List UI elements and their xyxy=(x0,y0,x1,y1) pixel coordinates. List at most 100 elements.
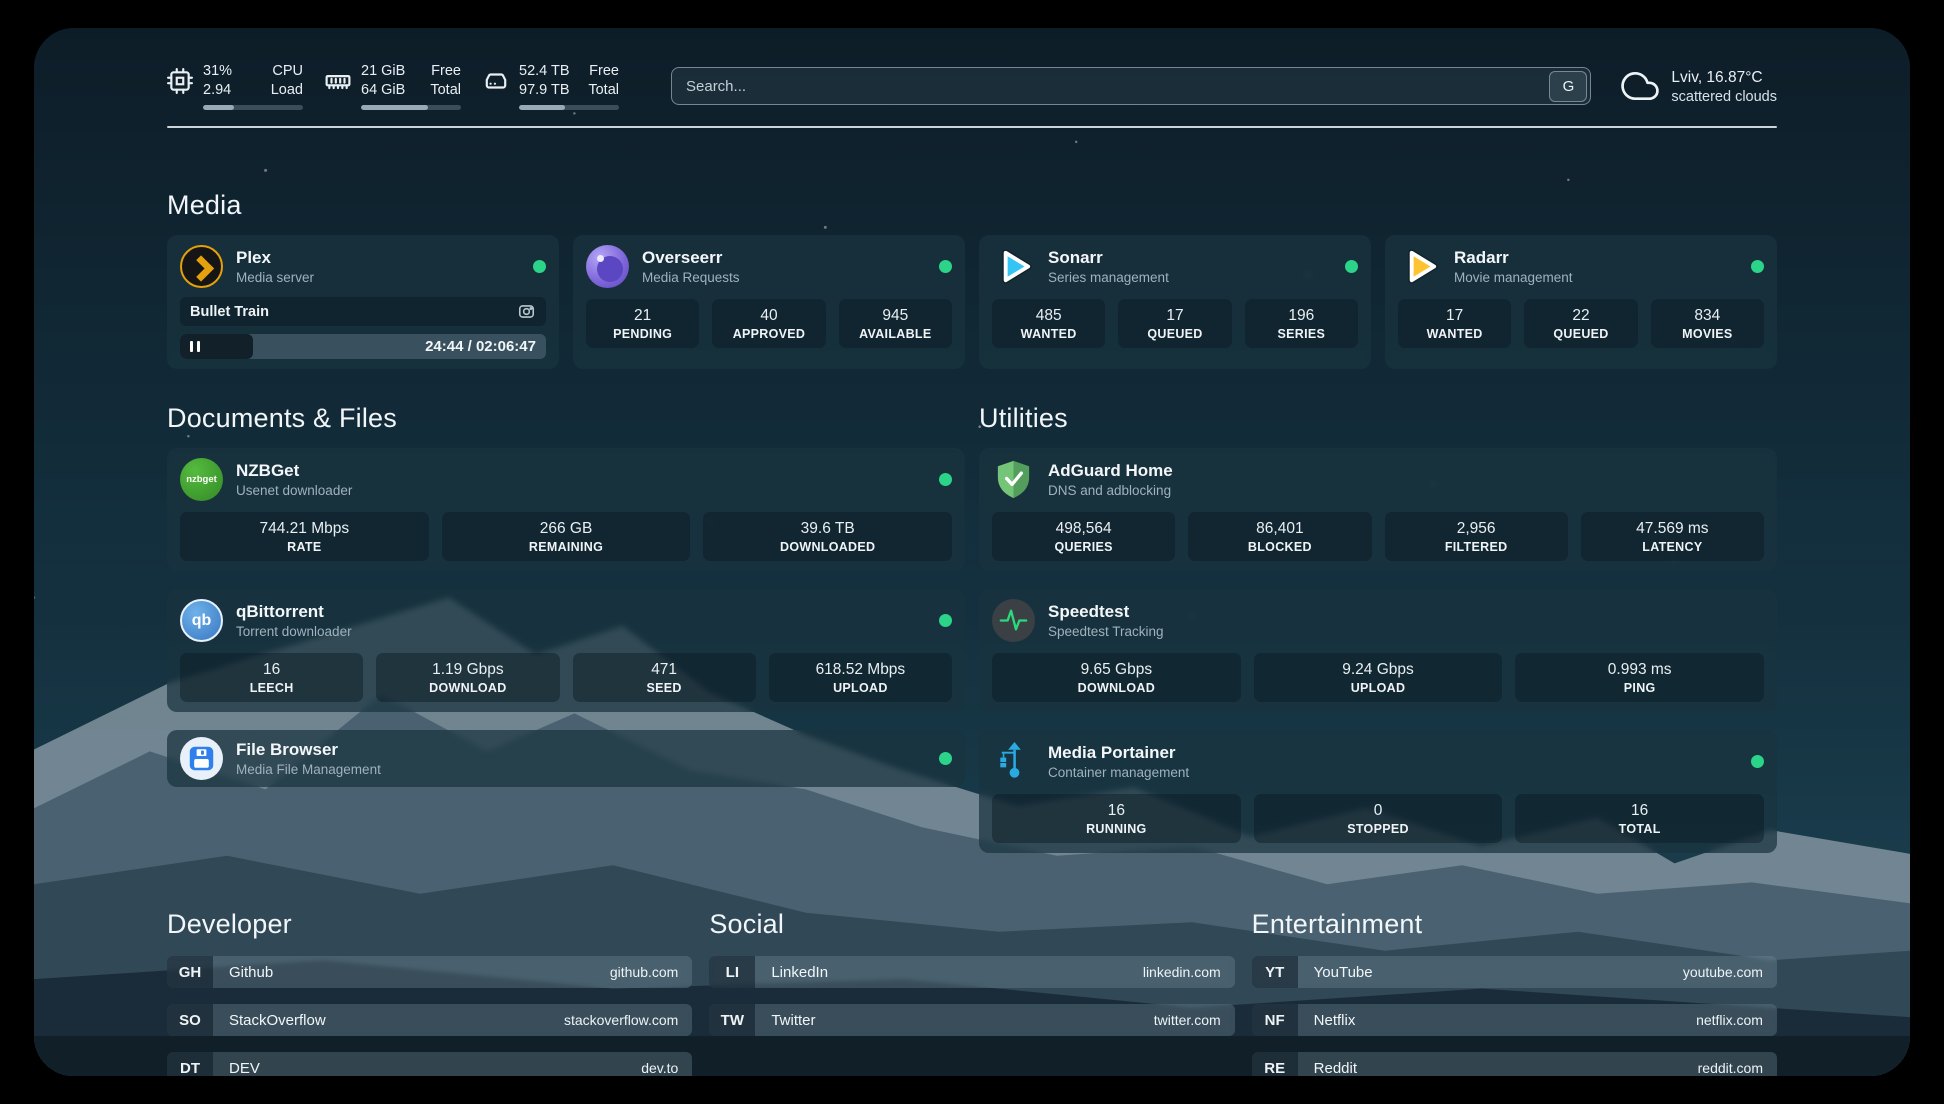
card-portainer[interactable]: Media Portainer Container management 16R… xyxy=(979,730,1777,853)
card-subtitle: Media server xyxy=(236,270,314,285)
section-title-developer: Developer xyxy=(167,909,692,940)
stat-wanted: 485WANTED xyxy=(992,299,1105,348)
stat-blocked: 86,401BLOCKED xyxy=(1188,512,1371,561)
stat-movies: 834MOVIES xyxy=(1651,299,1764,348)
link-linkedin[interactable]: LI LinkedIn linkedin.com xyxy=(709,956,1234,988)
cpu-progress-track xyxy=(203,105,303,110)
card-plex[interactable]: Plex Media server Bullet Train 24:44 / 0 xyxy=(167,235,559,369)
utilities-column: Utilities AdGuard xyxy=(979,403,1777,853)
link-abbr: RE xyxy=(1252,1052,1298,1076)
stat-wanted: 17WANTED xyxy=(1398,299,1511,348)
status-dot-online xyxy=(939,473,952,486)
card-qbittorrent[interactable]: qb qBittorrent Torrent downloader 16LEEC… xyxy=(167,589,965,712)
qbittorrent-logo: qb xyxy=(180,599,223,642)
card-subtitle: DNS and adblocking xyxy=(1048,483,1173,498)
link-reddit[interactable]: RE Reddit reddit.com xyxy=(1252,1052,1777,1076)
link-name: Github xyxy=(213,956,273,988)
developer-links: Developer GH Github github.com SO StackO… xyxy=(167,909,692,1076)
card-title: Speedtest xyxy=(1048,602,1164,622)
link-url: github.com xyxy=(610,956,692,988)
now-playing-row: Bullet Train xyxy=(180,297,546,326)
weather-condition: scattered clouds xyxy=(1671,89,1777,105)
desktop-frame: 31%2.94 CPULoad 21 GiB64 GiB xyxy=(0,0,1944,1104)
plex-logo xyxy=(180,245,223,288)
section-title-media: Media xyxy=(167,190,1777,221)
status-dot-online xyxy=(939,260,952,273)
card-title: Media Portainer xyxy=(1048,743,1189,763)
stat-pending: 21PENDING xyxy=(586,299,699,348)
card-subtitle: Series management xyxy=(1048,270,1169,285)
weather-widget: Lviv, 16.87°C scattered clouds xyxy=(1621,67,1777,105)
stat-stopped: 0STOPPED xyxy=(1254,794,1503,843)
card-filebrowser[interactable]: File Browser Media File Management xyxy=(167,730,965,787)
link-url: dev.to xyxy=(641,1052,692,1076)
card-radarr[interactable]: Radarr Movie management 17WANTED 22QUEUE… xyxy=(1385,235,1777,369)
cpu-label-2: Load xyxy=(271,81,303,100)
link-netflix[interactable]: NF Netflix netflix.com xyxy=(1252,1004,1777,1036)
disk-progress-track xyxy=(519,105,619,110)
ram-total: 64 GiB xyxy=(361,81,405,100)
ram-icon xyxy=(325,68,351,94)
link-youtube[interactable]: YT YouTube youtube.com xyxy=(1252,956,1777,988)
status-dot-online xyxy=(1751,755,1764,768)
link-url: youtube.com xyxy=(1683,956,1777,988)
card-title: qBittorrent xyxy=(236,602,352,622)
card-overseerr[interactable]: Overseerr Media Requests 21PENDING 40APP… xyxy=(573,235,965,369)
link-name: Reddit xyxy=(1298,1052,1357,1076)
top-bar: 31%2.94 CPULoad 21 GiB64 GiB xyxy=(167,28,1777,110)
cloud-icon xyxy=(1621,67,1659,105)
card-title: File Browser xyxy=(236,740,381,760)
documents-column: Documents & Files nzbget NZBGet Usenet d… xyxy=(167,403,965,853)
link-abbr: NF xyxy=(1252,1004,1298,1036)
card-speedtest[interactable]: Speedtest Speedtest Tracking 9.65 GbpsDO… xyxy=(979,589,1777,712)
card-adguard[interactable]: AdGuard Home DNS and adblocking 498,564Q… xyxy=(979,448,1777,571)
speedtest-logo xyxy=(992,599,1035,642)
ram-label-1: Free xyxy=(430,62,461,81)
playback-time: 24:44 / 02:06:47 xyxy=(425,334,536,359)
link-name: LinkedIn xyxy=(755,956,828,988)
search-input[interactable] xyxy=(686,78,1549,95)
sonarr-logo xyxy=(992,245,1035,288)
link-url: linkedin.com xyxy=(1143,956,1235,988)
now-playing-title: Bullet Train xyxy=(190,304,269,320)
link-dev-to[interactable]: DT DEV dev.to xyxy=(167,1052,692,1076)
search-engine-button[interactable]: G xyxy=(1549,71,1587,102)
link-abbr: GH xyxy=(167,956,213,988)
stat-ping: 0.993 msPING xyxy=(1515,653,1764,702)
card-title: Plex xyxy=(236,248,314,268)
link-stackoverflow[interactable]: SO StackOverflow stackoverflow.com xyxy=(167,1004,692,1036)
pause-button[interactable] xyxy=(190,341,200,352)
section-title-documents: Documents & Files xyxy=(167,403,965,434)
cpu-load-avg: 2.94 xyxy=(203,81,232,100)
stat-remaining: 266 GBREMAINING xyxy=(442,512,691,561)
section-title-utilities: Utilities xyxy=(979,403,1777,434)
nzbget-logo: nzbget xyxy=(180,458,223,501)
stat-series: 196SERIES xyxy=(1245,299,1358,348)
card-sonarr[interactable]: Sonarr Series management 485WANTED 17QUE… xyxy=(979,235,1371,369)
stat-upload: 618.52 MbpsUPLOAD xyxy=(769,653,952,702)
dashboard-screen: 31%2.94 CPULoad 21 GiB64 GiB xyxy=(34,28,1910,1076)
link-name: Netflix xyxy=(1298,1004,1356,1036)
card-nzbget[interactable]: nzbget NZBGet Usenet downloader 744.21 M… xyxy=(167,448,965,571)
disk-progress-fill xyxy=(519,105,565,110)
stat-seed: 471SEED xyxy=(573,653,756,702)
status-dot-online xyxy=(1751,260,1764,273)
filebrowser-logo xyxy=(180,737,223,780)
disk-total: 97.9 TB xyxy=(519,81,570,100)
link-github[interactable]: GH Github github.com xyxy=(167,956,692,988)
card-title: NZBGet xyxy=(236,461,352,481)
link-name: YouTube xyxy=(1298,956,1373,988)
section-title-entertainment: Entertainment xyxy=(1252,909,1777,940)
card-title: Radarr xyxy=(1454,248,1573,268)
cpu-usage: 31% xyxy=(203,62,232,81)
card-subtitle: Container management xyxy=(1048,765,1189,780)
stat-download: 1.19 GbpsDOWNLOAD xyxy=(376,653,559,702)
disk-stat: 52.4 TB97.9 TB FreeTotal xyxy=(483,62,619,110)
status-dot-online xyxy=(533,260,546,273)
stat-leech: 16LEECH xyxy=(180,653,363,702)
cpu-label-1: CPU xyxy=(271,62,303,81)
link-twitter[interactable]: TW Twitter twitter.com xyxy=(709,1004,1234,1036)
adguard-logo xyxy=(992,458,1035,501)
cpu-progress-fill xyxy=(203,105,234,110)
camera-icon xyxy=(517,302,536,321)
